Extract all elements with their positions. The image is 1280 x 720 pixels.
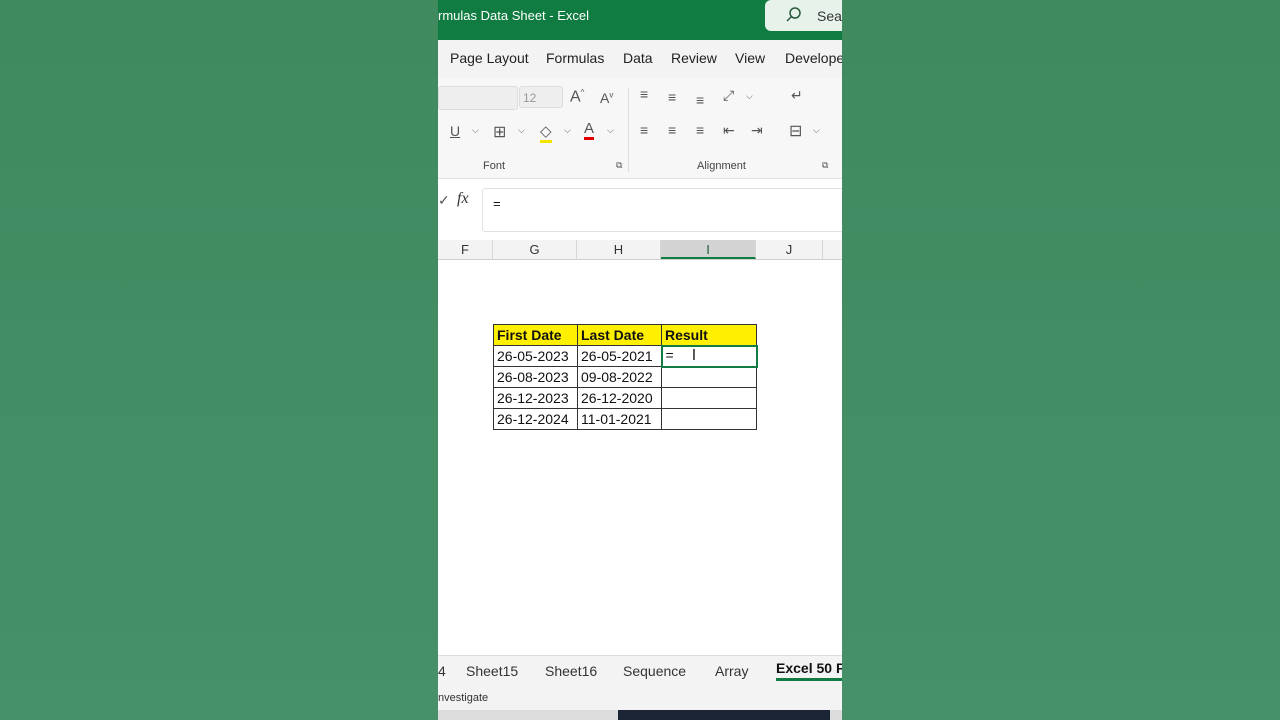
cell-result[interactable]: [661, 387, 757, 409]
sheet-tab-array[interactable]: Array: [715, 663, 748, 679]
tab-developer[interactable]: Develope: [785, 50, 842, 66]
wrap-text-icon[interactable]: ↵: [791, 87, 803, 104]
active-cell-result[interactable]: = I: [660, 344, 758, 368]
worksheet-grid[interactable]: First Date Last Date Result 26-05-2023 2…: [438, 260, 842, 655]
sheet-tab-partial[interactable]: 4: [438, 663, 446, 679]
status-bar: nvestigate: [438, 688, 842, 710]
group-divider: [628, 88, 629, 172]
background-left: [0, 0, 438, 720]
tab-view[interactable]: View: [735, 50, 765, 66]
table-row: 26-12-2024 11-01-2021: [493, 408, 757, 430]
table-row: 26-05-2023 26-05-2021 = I: [493, 344, 758, 368]
sheet-tab-sheet15[interactable]: Sheet15: [466, 663, 518, 679]
borders-icon[interactable]: ⊞: [493, 122, 506, 142]
column-header-j[interactable]: J: [756, 240, 823, 259]
table-row: 26-08-2023 09-08-2022: [493, 366, 757, 388]
cell-last-date[interactable]: 26-05-2021: [577, 345, 662, 367]
chevron-down-icon[interactable]: ⌵: [564, 125, 571, 136]
fill-color-icon[interactable]: ◇: [540, 122, 552, 143]
column-header-g[interactable]: G: [493, 240, 577, 259]
title-bar: rmulas Data Sheet - Excel Sear: [438, 0, 842, 40]
alignment-group-label: Alignment: [697, 160, 746, 172]
search-icon: [785, 6, 803, 29]
increase-font-icon[interactable]: A^: [570, 88, 584, 106]
table-row: 26-12-2023 26-12-2020: [493, 387, 757, 409]
table-header-row: First Date Last Date Result: [493, 324, 757, 346]
search-box[interactable]: Sear: [765, 0, 842, 31]
cell-last-date[interactable]: 11-01-2021: [577, 408, 662, 430]
window-title: rmulas Data Sheet - Excel: [438, 8, 590, 23]
ribbon-tabs: Page Layout Formulas Data Review View De…: [438, 40, 842, 78]
formula-bar: ✓ fx =: [438, 185, 842, 232]
tab-data[interactable]: Data: [623, 50, 653, 66]
chevron-down-icon[interactable]: ⌵: [607, 125, 614, 136]
cell-first-date[interactable]: 26-12-2023: [493, 387, 578, 409]
align-right-icon[interactable]: ≡: [696, 122, 704, 138]
decrease-indent-icon[interactable]: ⇤: [723, 122, 735, 139]
font-group-label: Font: [483, 160, 506, 172]
fx-icon[interactable]: fx: [457, 190, 469, 208]
ribbon-home: 12 A^ Av U ⌵ ⊞ ⌵ ◇ ⌵ A ⌵ Font ⧉ ≡ ≡ ≡ ⤢ …: [438, 78, 842, 179]
background-right: [842, 0, 1280, 720]
cell-result[interactable]: [661, 408, 757, 430]
excel-window: rmulas Data Sheet - Excel Sear Page Layo…: [438, 0, 842, 720]
column-header-i[interactable]: I: [661, 240, 756, 259]
font-size-select[interactable]: 12: [519, 86, 563, 108]
header-first-date[interactable]: First Date: [493, 324, 578, 346]
dialog-launcher-icon[interactable]: ⧉: [616, 160, 622, 171]
middle-align-icon[interactable]: ≡: [668, 89, 676, 105]
column-header-f[interactable]: F: [438, 240, 493, 259]
cell-last-date[interactable]: 26-12-2020: [577, 387, 662, 409]
cell-first-date[interactable]: 26-12-2024: [493, 408, 578, 430]
chevron-down-icon[interactable]: ⌵: [518, 125, 525, 136]
dialog-launcher-icon[interactable]: ⧉: [822, 160, 828, 171]
sheet-tabs: 4 Sheet15 Sheet16 Sequence Array Excel 5…: [438, 655, 842, 688]
formula-value: =: [493, 196, 501, 211]
cell-last-date[interactable]: 09-08-2022: [577, 366, 662, 388]
cell-first-date[interactable]: 26-05-2023: [493, 345, 578, 367]
taskbar: [438, 710, 842, 720]
font-color-icon[interactable]: A: [584, 120, 595, 140]
cell-result-text: =: [665, 347, 674, 363]
chevron-down-icon[interactable]: ⌵: [813, 125, 820, 136]
formula-input[interactable]: =: [482, 188, 842, 232]
header-last-date[interactable]: Last Date: [577, 324, 662, 346]
data-table: First Date Last Date Result 26-05-2023 2…: [493, 324, 758, 430]
check-icon[interactable]: ✓: [438, 192, 450, 209]
increase-indent-icon[interactable]: ⇥: [751, 122, 763, 139]
taskbar-dark-area: [618, 710, 830, 720]
status-text[interactable]: nvestigate: [438, 692, 488, 704]
align-center-icon[interactable]: ≡: [668, 122, 676, 138]
search-label: Sear: [817, 8, 842, 24]
bottom-align-icon[interactable]: ≡: [696, 92, 704, 108]
merge-center-icon[interactable]: ⊟: [789, 121, 802, 141]
column-header-h[interactable]: H: [577, 240, 661, 259]
column-headers: F G H I J: [438, 240, 842, 260]
text-cursor-icon: I: [691, 347, 697, 364]
top-align-icon[interactable]: ≡: [640, 86, 648, 102]
orientation-icon[interactable]: ⤢: [723, 87, 734, 104]
header-result[interactable]: Result: [661, 324, 757, 346]
cell-result[interactable]: [661, 366, 757, 388]
underline-icon[interactable]: U: [450, 123, 460, 139]
cell-first-date[interactable]: 26-08-2023: [493, 366, 578, 388]
sheet-tab-excel-50[interactable]: Excel 50 F: [776, 660, 842, 681]
tab-formulas[interactable]: Formulas: [546, 50, 604, 66]
decrease-font-icon[interactable]: Av: [600, 90, 613, 106]
align-left-icon[interactable]: ≡: [640, 122, 648, 138]
chevron-down-icon[interactable]: ⌵: [746, 91, 753, 102]
tab-page-layout[interactable]: Page Layout: [450, 50, 529, 66]
sheet-tab-sequence[interactable]: Sequence: [623, 663, 686, 679]
chevron-down-icon[interactable]: ⌵: [472, 125, 479, 136]
tab-review[interactable]: Review: [671, 50, 717, 66]
sheet-tab-sheet16[interactable]: Sheet16: [545, 663, 597, 679]
font-name-select[interactable]: [438, 86, 518, 110]
